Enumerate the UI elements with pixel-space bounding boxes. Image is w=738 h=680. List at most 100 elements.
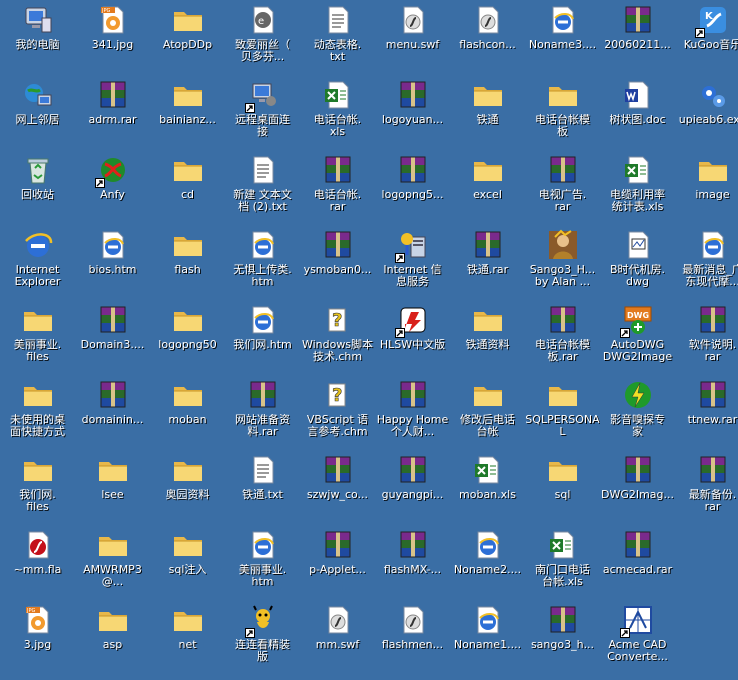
desktop-icon[interactable]: 回收站 xyxy=(0,150,75,225)
desktop-icon[interactable]: bios.htm xyxy=(75,225,150,300)
desktop-icon[interactable]: 美丽事业. files xyxy=(0,300,75,375)
desktop-icon-label: Sango3_H... by Alan ... xyxy=(529,264,596,288)
desktop-icon[interactable]: B时代机房. dwg xyxy=(600,225,675,300)
desktop-icon[interactable]: 铁通.rar xyxy=(450,225,525,300)
desktop-icon[interactable]: 树状图.doc xyxy=(600,75,675,150)
desktop-icon[interactable]: sql注入 xyxy=(150,525,225,600)
desktop-icon[interactable]: 最新备份. rar xyxy=(675,450,738,525)
desktop-icon[interactable]: logopng5... xyxy=(375,150,450,225)
desktop-icon[interactable]: 影音嗅探专 家 xyxy=(600,375,675,450)
desktop-icon[interactable]: flashcon... xyxy=(450,0,525,75)
desktop-icon[interactable]: 电话台帐. rar xyxy=(300,150,375,225)
desktop-icon[interactable]: e 致爱丽丝（ 贝多芬... xyxy=(225,0,300,75)
desktop-icon[interactable]: 电视广告. rar xyxy=(525,150,600,225)
desktop-icon[interactable]: DWG2Imag... xyxy=(600,450,675,525)
desktop-icon[interactable]: 连连看精装 版 xyxy=(225,600,300,675)
desktop-icon[interactable]: ttnew.rar xyxy=(675,375,738,450)
desktop-icon[interactable]: 未使用的桌 面快捷方式 xyxy=(0,375,75,450)
desktop-icon[interactable]: guyangpi... xyxy=(375,450,450,525)
desktop-icon[interactable]: 南门口电话 台帐.xls xyxy=(525,525,600,600)
desktop-icon[interactable]: menu.swf xyxy=(375,0,450,75)
desktop-icon[interactable]: 新建 文本文 档 (2).txt xyxy=(225,150,300,225)
desktop-icon[interactable]: 电话台帐模 板 xyxy=(525,75,600,150)
desktop-icon[interactable]: sango3_h... xyxy=(525,600,600,675)
desktop-icon[interactable]: Noname3.... xyxy=(525,0,600,75)
desktop-icon[interactable]: 电话台帐模 板.rar xyxy=(525,300,600,375)
desktop-icon[interactable]: ysmoban0... xyxy=(300,225,375,300)
shortcut-arrow-icon xyxy=(94,178,105,188)
desktop-icon[interactable]: AMWRMP3@... xyxy=(75,525,150,600)
desktop-icon[interactable]: 电缆利用率 统计表.xls xyxy=(600,150,675,225)
desktop-icon[interactable]: Internet 信 息服务 xyxy=(375,225,450,300)
desktop-icon[interactable]: 铁通.txt xyxy=(225,450,300,525)
desktop-icon[interactable]: 美丽事业. htm xyxy=(225,525,300,600)
desktop-icon[interactable]: p-Applet... xyxy=(300,525,375,600)
desktop-icon[interactable]: 铁通 xyxy=(450,75,525,150)
desktop-icon[interactable]: AtopDDp xyxy=(150,0,225,75)
desktop-icon[interactable]: 铁通资料 xyxy=(450,300,525,375)
desktop-icon[interactable]: 软件说明. rar xyxy=(675,300,738,375)
desktop-icon[interactable]: excel xyxy=(450,150,525,225)
desktop-icon[interactable]: domainin... xyxy=(75,375,150,450)
desktop-icon[interactable]: mm.swf xyxy=(300,600,375,675)
desktop-icon[interactable]: 最新消息_广 东现代摩... xyxy=(675,225,738,300)
desktop-icon[interactable]: 网站准备资 料.rar xyxy=(225,375,300,450)
desktop-icon[interactable]: asp xyxy=(75,600,150,675)
desktop-icon[interactable]: sql xyxy=(525,450,600,525)
desktop-icon[interactable]: JPG 3.jpg xyxy=(0,600,75,675)
desktop-icon[interactable]: bainianz... xyxy=(150,75,225,150)
desktop-icon[interactable]: SQLPERSONAL xyxy=(525,375,600,450)
desktop-icon[interactable]: Acme CAD Converte... xyxy=(600,600,675,675)
desktop-icon[interactable]: Happy Home 个人财... xyxy=(375,375,450,450)
desktop-icon[interactable]: Noname1.... xyxy=(450,600,525,675)
desktop-icon[interactable]: 动态表格. txt xyxy=(300,0,375,75)
desktop-icon[interactable]: Internet Explorer xyxy=(0,225,75,300)
desktop-icon[interactable]: image xyxy=(675,150,738,225)
desktop-icon[interactable]: cd xyxy=(150,150,225,225)
desktop-icon-label: ysmoban0... xyxy=(303,264,372,276)
desktop-icon[interactable]: moban xyxy=(150,375,225,450)
desktop-icon[interactable]: flashMX-... xyxy=(375,525,450,600)
desktop-icon[interactable]: Sango3_H... by Alan ... xyxy=(525,225,600,300)
desktop-icon[interactable]: ~mm.fla xyxy=(0,525,75,600)
desktop-icon[interactable]: net xyxy=(150,600,225,675)
desktop-icon[interactable]: 我们网. files xyxy=(0,450,75,525)
desktop-icon-label: upieab6.exe xyxy=(678,114,738,126)
kugoo-icon: K xyxy=(694,4,729,38)
desktop-icon[interactable]: 20060211... xyxy=(600,0,675,75)
desktop-icon[interactable]: 我们网.htm xyxy=(225,300,300,375)
desktop-icon[interactable]: 远程桌面连 接 xyxy=(225,75,300,150)
desktop-icon[interactable]: Anfy xyxy=(75,150,150,225)
desktop-icon[interactable]: upieab6.exe xyxy=(675,75,738,150)
desktop-icon[interactable]: adrm.rar xyxy=(75,75,150,150)
txt-icon xyxy=(322,4,354,36)
desktop-icon-label: flashmen... xyxy=(381,639,444,651)
desktop-icon[interactable]: flash xyxy=(150,225,225,300)
desktop-icon[interactable]: moban.xls xyxy=(450,450,525,525)
desktop-icon[interactable]: 奥园资料 xyxy=(150,450,225,525)
desktop-icon[interactable]: 我的电脑 xyxy=(0,0,75,75)
desktop-icon[interactable]: 修改后电话 台帐 xyxy=(450,375,525,450)
desktop-icon[interactable]: JPG 341.jpg xyxy=(75,0,150,75)
desktop-icon[interactable]: Noname2.... xyxy=(450,525,525,600)
folder-icon xyxy=(172,379,204,411)
desktop-icon[interactable]: DWG AutoDWG DWG2Image xyxy=(600,300,675,375)
desktop-icon[interactable]: HLSW中文版 xyxy=(375,300,450,375)
setup-icon xyxy=(697,79,729,111)
desktop-icon[interactable]: ? Windows脚本 技术.chm xyxy=(300,300,375,375)
desktop-icon[interactable]: lsee xyxy=(75,450,150,525)
desktop-icon[interactable]: logopng50 xyxy=(150,300,225,375)
desktop-icon[interactable]: flashmen... xyxy=(375,600,450,675)
desktop-icon[interactable]: 电话台帐. xls xyxy=(300,75,375,150)
desktop-icon[interactable]: logoyuan... xyxy=(375,75,450,150)
desktop-icon[interactable]: acmecad.rar xyxy=(600,525,675,600)
desktop-icon[interactable]: K KuGoo音乐 xyxy=(675,0,738,75)
desktop-icon[interactable]: ? VBScript 语 言参考.chm xyxy=(300,375,375,450)
desktop-icon-label: Noname1.... xyxy=(453,639,522,651)
desktop-icon[interactable]: szwjw_co... xyxy=(300,450,375,525)
desktop-icon-label: bios.htm xyxy=(88,264,137,276)
chm-icon: ? xyxy=(322,304,354,336)
desktop-icon[interactable]: 无惧上传类. htm xyxy=(225,225,300,300)
desktop-icon[interactable]: 网上邻居 xyxy=(0,75,75,150)
desktop-icon[interactable]: Domain3.... xyxy=(75,300,150,375)
